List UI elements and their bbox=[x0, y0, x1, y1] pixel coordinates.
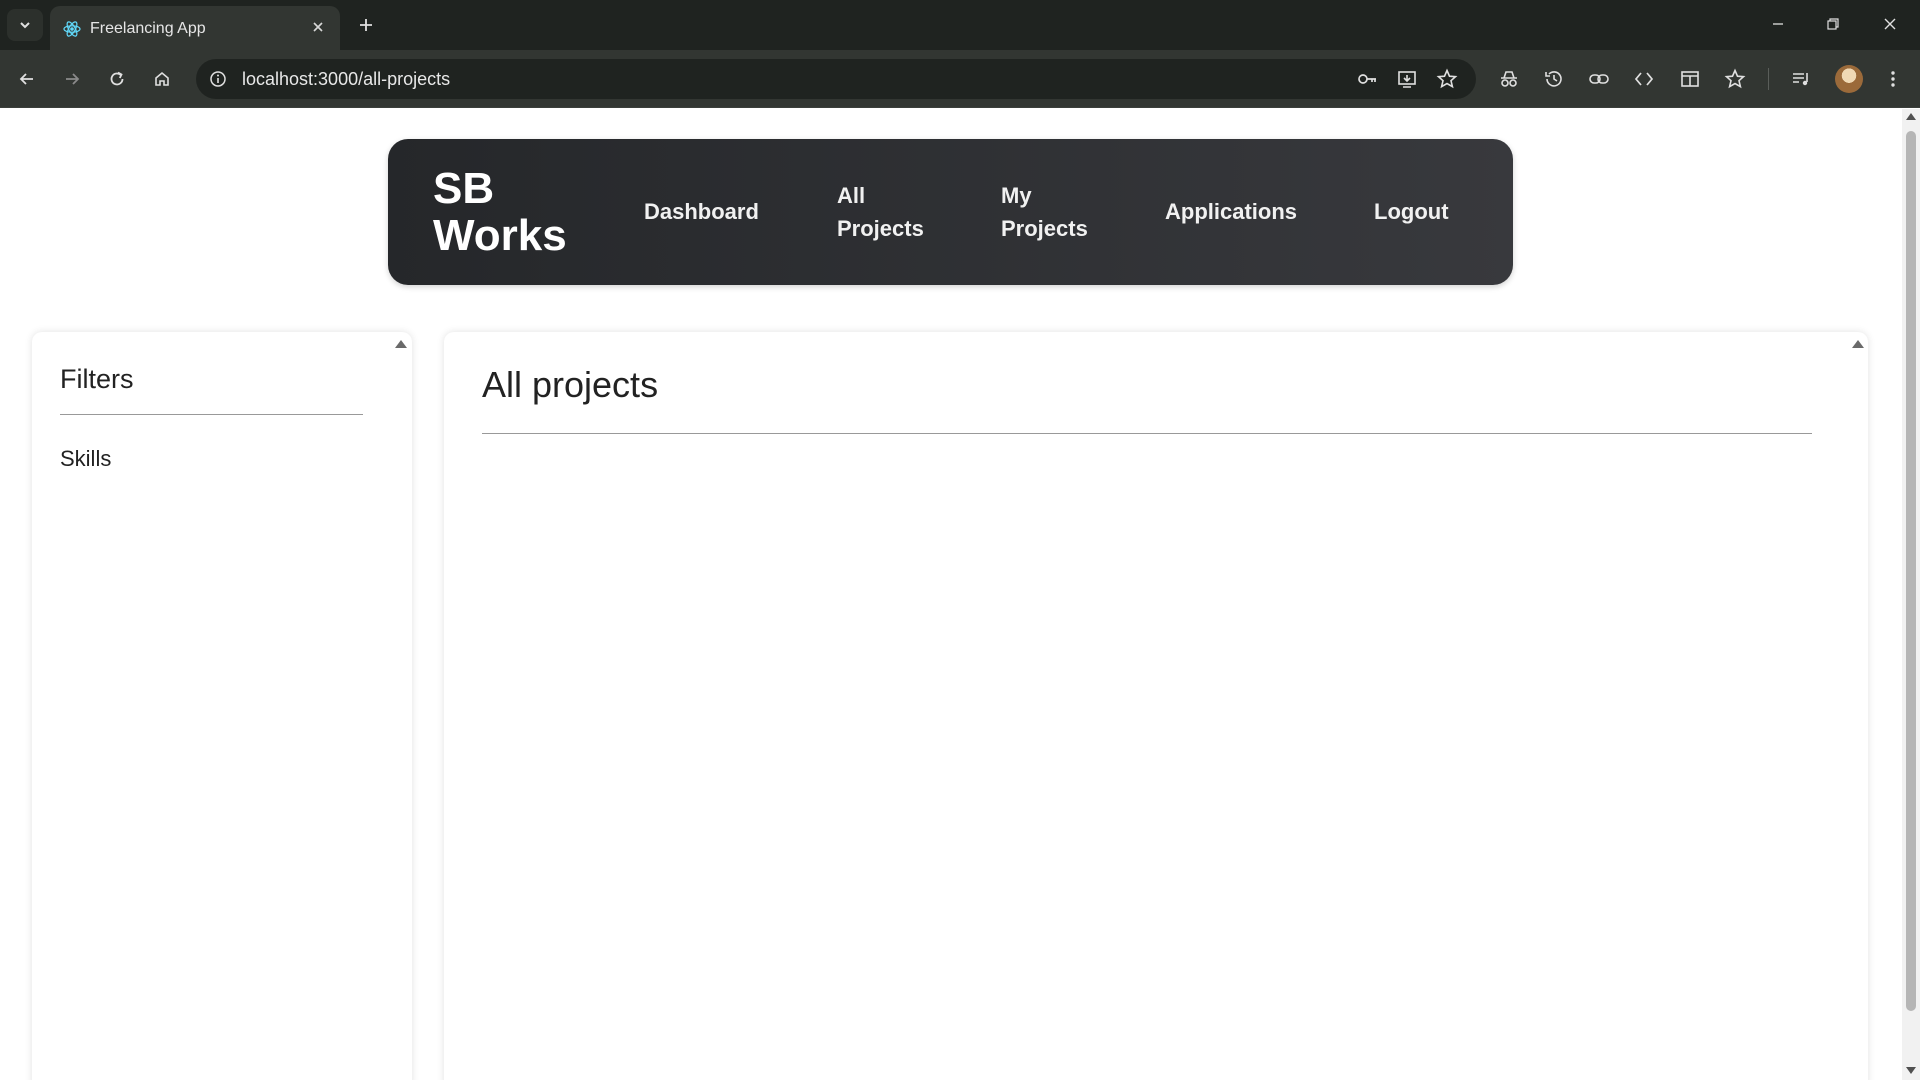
projects-title: All projects bbox=[482, 364, 659, 405]
site-info-icon[interactable] bbox=[206, 67, 230, 91]
incognito-icon[interactable] bbox=[1495, 65, 1523, 93]
nav-link-dashboard[interactable]: Dashboard bbox=[644, 195, 759, 228]
code-icon[interactable] bbox=[1630, 65, 1658, 93]
chevron-down-icon bbox=[18, 18, 32, 32]
forward-arrow-icon[interactable] bbox=[54, 61, 90, 97]
favorites-icon[interactable] bbox=[1721, 65, 1749, 93]
scroll-up-arrow-icon[interactable] bbox=[1906, 113, 1916, 120]
reload-icon[interactable] bbox=[99, 61, 135, 97]
nav-link-all-projects[interactable]: All Projects bbox=[837, 179, 927, 245]
tab-search-button[interactable] bbox=[7, 9, 43, 41]
filters-scroll-up-icon[interactable] bbox=[395, 340, 407, 348]
link-icon[interactable] bbox=[1585, 65, 1613, 93]
page-viewport: SB Works Dashboard All Projects My Proje… bbox=[0, 109, 1902, 1080]
new-tab-icon[interactable] bbox=[352, 11, 380, 39]
scroll-down-arrow-icon[interactable] bbox=[1906, 1067, 1916, 1074]
password-key-icon[interactable] bbox=[1355, 67, 1379, 91]
filters-divider bbox=[60, 414, 363, 415]
menu-kebab-icon[interactable] bbox=[1879, 65, 1907, 93]
react-favicon-icon bbox=[62, 19, 82, 39]
history-icon[interactable] bbox=[1540, 65, 1568, 93]
skills-label: Skills bbox=[60, 446, 112, 471]
minimize-icon[interactable] bbox=[1758, 8, 1798, 40]
tab-title: Freelancing App bbox=[90, 20, 206, 37]
bookmark-star-icon[interactable] bbox=[1435, 67, 1459, 91]
browser-toolbar: localhost:3000/all-projects bbox=[0, 50, 1920, 108]
back-arrow-icon[interactable] bbox=[9, 61, 45, 97]
install-app-icon[interactable] bbox=[1395, 67, 1419, 91]
brand-logo[interactable]: SB Works bbox=[433, 165, 593, 259]
url-text[interactable]: localhost:3000/all-projects bbox=[242, 69, 450, 90]
address-bar[interactable]: localhost:3000/all-projects bbox=[196, 59, 1476, 99]
projects-divider bbox=[482, 433, 1812, 434]
projects-panel: All projects bbox=[444, 332, 1868, 1080]
scroll-thumb[interactable] bbox=[1906, 131, 1916, 1011]
restore-icon[interactable] bbox=[1813, 8, 1853, 40]
media-controls-icon[interactable] bbox=[1787, 65, 1815, 93]
filters-panel: Filters Skills bbox=[32, 332, 412, 1080]
projects-scroll-up-icon[interactable] bbox=[1852, 340, 1864, 348]
close-window-icon[interactable] bbox=[1870, 8, 1910, 40]
home-icon[interactable] bbox=[144, 61, 180, 97]
nav-link-logout[interactable]: Logout bbox=[1374, 195, 1449, 228]
filters-title: Filters bbox=[60, 364, 134, 394]
browser-tab-bar: Freelancing App bbox=[0, 0, 1920, 50]
toolbar-separator bbox=[1768, 68, 1769, 90]
profile-avatar[interactable] bbox=[1835, 65, 1863, 93]
nav-link-applications[interactable]: Applications bbox=[1165, 195, 1297, 228]
app-navbar: SB Works Dashboard All Projects My Proje… bbox=[388, 139, 1513, 285]
close-tab-icon[interactable] bbox=[306, 15, 330, 39]
page-scrollbar[interactable] bbox=[1902, 109, 1920, 1080]
side-panel-icon[interactable] bbox=[1676, 65, 1704, 93]
browser-tab[interactable]: Freelancing App bbox=[50, 6, 340, 50]
nav-link-my-projects[interactable]: My Projects bbox=[1001, 179, 1091, 245]
